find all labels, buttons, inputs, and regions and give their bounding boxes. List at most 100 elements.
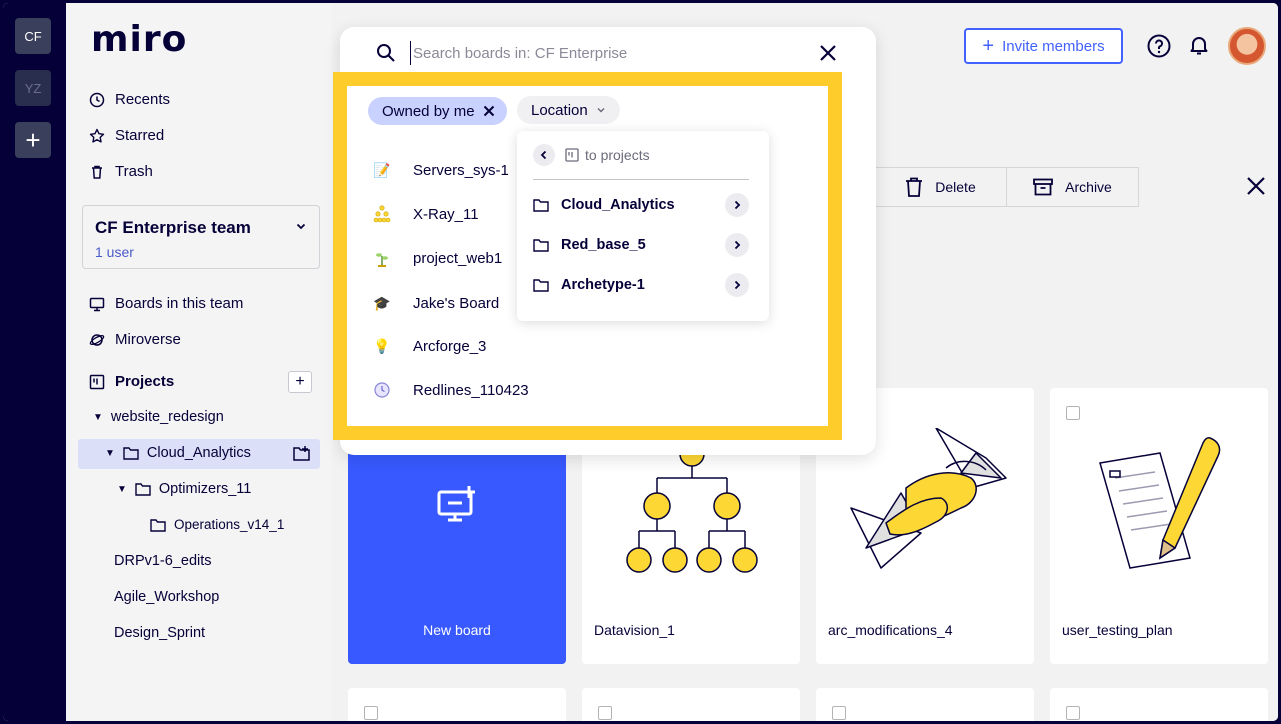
search-input[interactable] [410,41,790,65]
miro-logo[interactable]: miro [91,19,187,60]
board-card[interactable] [348,688,566,721]
board-card[interactable] [816,688,1034,721]
select-checkbox[interactable] [1066,406,1080,420]
result-label: Servers_sys-1 [413,161,509,179]
board-card[interactable] [1050,688,1268,721]
search-result-item[interactable]: 📝 Servers_sys-1 [373,161,509,179]
tree-item-drpv1[interactable]: DRPv1-6_edits [114,553,212,569]
bulk-actions-toolbar: Delete Archive [874,167,1139,207]
bell-icon[interactable] [1188,34,1210,56]
back-button[interactable] [533,144,555,166]
location-chip-label: Location [531,101,588,119]
nav-starred[interactable]: Starred [89,127,164,144]
team-user-count: 1 user [95,244,134,260]
grad-cap-icon: 🎓 [373,294,391,311]
workspace-cf[interactable]: CF [15,18,51,54]
tree-item-cloud-analytics[interactable]: ▼ Cloud_Analytics [105,445,251,461]
location-folder-item[interactable]: Cloud_Analytics [533,193,749,217]
tree-label: Operations_v14_1 [174,517,285,532]
invite-members-button[interactable]: + Invite members [964,28,1123,64]
help-icon[interactable] [1147,34,1171,58]
add-project-button[interactable]: + [288,371,312,393]
close-icon[interactable] [818,43,838,63]
select-checkbox[interactable] [364,706,378,720]
tree-label: Optimizers_11 [158,481,252,497]
select-checkbox[interactable] [598,706,612,720]
folder-label: Red_base_5 [561,237,646,253]
search-icon [377,44,395,62]
search-result-item[interactable]: 🎓 Jake's Board [373,294,499,312]
archive-icon [1033,178,1054,196]
nav-miroverse[interactable]: Miroverse [89,331,181,348]
board-card[interactable] [582,688,800,721]
back-label: to projects [585,147,650,163]
star-icon [89,128,105,143]
clock-icon [89,92,105,107]
archive-label: Archive [1065,179,1112,195]
filter-owned-by-me-chip[interactable]: Owned by me [368,97,507,125]
select-checkbox[interactable] [1066,706,1080,720]
back-to-projects[interactable]: to projects [565,147,650,163]
close-icon[interactable] [483,105,495,117]
chevron-down-icon [597,107,605,113]
divider [533,179,749,180]
projects-label: Projects [115,373,175,390]
memo-icon: 📝 [373,161,391,178]
nav-trash[interactable]: Trash [89,163,153,180]
nav-boards-in-team[interactable]: Boards in this team [89,295,243,312]
location-folder-item[interactable]: Red_base_5 [533,233,749,257]
tree-item-agile-workshop[interactable]: Agile_Workshop [114,589,219,605]
folder-icon [150,518,166,532]
nav-recents[interactable]: Recents [89,91,170,108]
clock-icon [374,382,390,398]
folder-icon [533,239,549,252]
nav-miroverse-label: Miroverse [115,331,181,348]
board-card[interactable]: user_testing_plan [1050,388,1268,664]
tree-label: Design_Sprint [114,625,206,641]
caret-down-icon: ▼ [93,411,103,423]
filter-chip-label: Owned by me [382,102,475,120]
tree-item-operations[interactable]: Operations_v14_1 [150,517,284,532]
trash-icon [92,165,102,179]
org-chart-illustration [626,448,758,573]
notepad-pencil-illustration [1099,437,1221,569]
team-selector[interactable]: CF Enterprise team 1 user [82,205,320,269]
new-board-label: New board [423,622,491,638]
chevron-right-icon[interactable] [725,233,749,257]
nav-trash-label: Trash [115,163,153,180]
location-folder-item[interactable]: Archetype-1 [533,273,749,297]
avatar[interactable] [1228,27,1266,65]
trash-icon [906,177,923,197]
new-folder-icon[interactable] [293,446,311,462]
select-checkbox[interactable] [832,706,846,720]
folder-icon [533,199,549,212]
result-label: Arcforge_3 [413,337,487,355]
tree-item-optimizers[interactable]: ▼ Optimizers_11 [117,481,251,497]
board-card-label: user_testing_plan [1062,622,1173,638]
search-result-item[interactable]: X-Ray_11 [373,205,479,223]
search-result-item[interactable]: 💡 Arcforge_3 [373,337,486,355]
new-board-icon [437,486,475,522]
tree-item-design-sprint[interactable]: Design_Sprint [114,625,205,641]
chevron-right-icon[interactable] [725,273,749,297]
close-icon[interactable] [1245,175,1267,197]
archive-button[interactable]: Archive [1006,168,1138,206]
tree-label: DRPv1-6_edits [114,553,212,569]
sidebar: miro Recents Starred Trash CF Enterprise… [66,3,332,721]
add-workspace-button[interactable]: + [15,122,51,158]
tree-label: Agile_Workshop [114,589,220,605]
search-result-item[interactable]: project_web1 [373,249,502,267]
nav-recents-label: Recents [115,91,171,108]
board-icon [89,297,105,311]
workspace-yz[interactable]: YZ [15,70,51,106]
tree-item-website-redesign[interactable]: ▼ website_redesign [93,409,224,425]
result-label: Redlines_110423 [413,381,529,399]
location-filter-dropdown[interactable]: Location [517,96,620,124]
search-result-item[interactable]: Redlines_110423 [373,381,529,399]
chevron-left-icon [540,150,547,160]
result-label: X-Ray_11 [413,205,479,223]
delete-button[interactable]: Delete [875,168,1006,206]
folder-icon [123,447,139,460]
board-card-label: arc_modifications_4 [828,622,953,638]
chevron-right-icon[interactable] [725,193,749,217]
